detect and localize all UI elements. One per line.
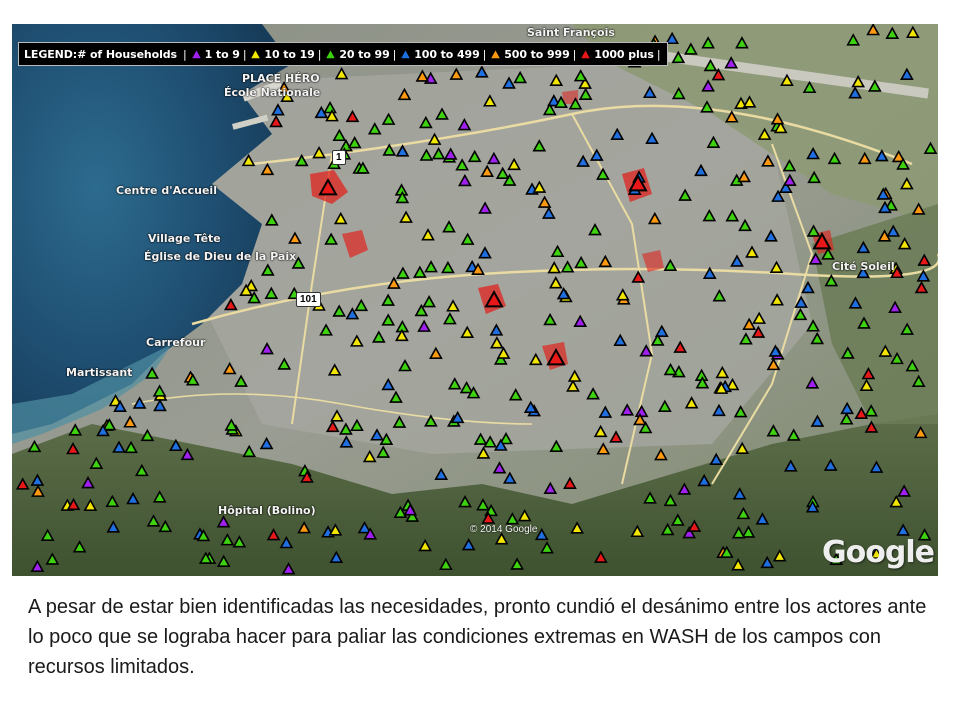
place-label-eglise: Église de Dieu de la Paix: [144, 250, 297, 263]
google-logo: Google: [822, 535, 935, 570]
place-label-ecole: École Nationale: [224, 86, 321, 99]
legend-entry-2: 10 to 19: [249, 48, 315, 61]
place-label-hopital: Hôpital (Bolino): [218, 504, 316, 517]
legend-entry-1: 1 to 9: [189, 48, 240, 61]
place-label-village: Village Tête: [148, 232, 221, 245]
legend-title: LEGEND:# of Households: [24, 47, 178, 61]
place-label-martissant: Martissant: [66, 366, 133, 379]
place-label-centre-accueil: Centre d'Accueil: [116, 184, 217, 197]
legend-entry-4: 100 to 499: [399, 48, 480, 61]
place-label-cite: Cité Soleil: [832, 260, 895, 273]
triangle-marker-icon: [579, 48, 593, 60]
legend-entry-6: 1000 plus: [579, 48, 654, 61]
satellite-map[interactable]: LEGEND:# of Households | 1 to 9 | 10 to …: [12, 24, 938, 576]
triangle-marker-icon: [399, 48, 413, 60]
legend-entry-3: 20 to 99: [324, 48, 390, 61]
triangle-marker-icon: [249, 48, 263, 60]
place-label-carrefour: Carrefour: [146, 336, 206, 349]
legend-entry-5: 500 to 999: [489, 48, 570, 61]
map-legend: LEGEND:# of Households | 1 to 9 | 10 to …: [18, 42, 669, 66]
place-label-place-hero: PLACE HÉRO: [242, 72, 320, 85]
triangle-marker-icon: [189, 48, 203, 60]
map-canvas: [12, 24, 938, 576]
triangle-marker-icon: [489, 48, 503, 60]
route-shield-1: 1: [332, 150, 346, 165]
route-shield-101: 101: [296, 292, 321, 307]
place-label-saint-francois: Saint François: [527, 26, 615, 39]
map-copyright: © 2014 Google: [470, 524, 538, 535]
triangle-marker-icon: [324, 48, 338, 60]
slide-caption: A pesar de estar bien identificadas las …: [28, 596, 927, 678]
